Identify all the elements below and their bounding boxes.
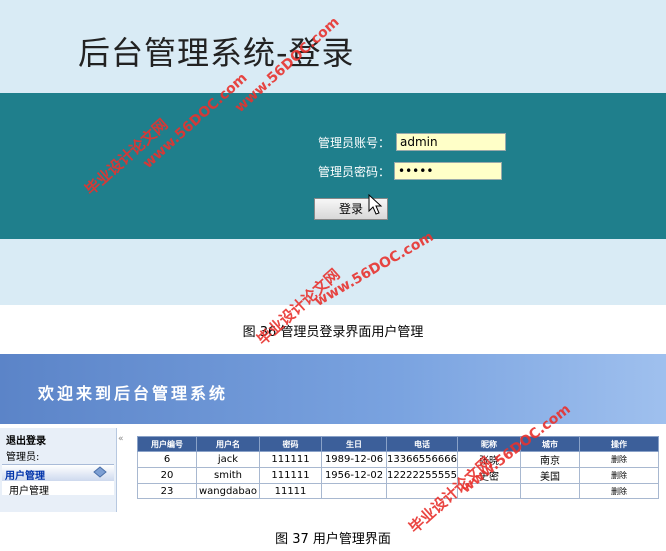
cell-username: wangdabao	[196, 483, 260, 499]
cell-phone: 12222255555	[386, 467, 458, 484]
table-row: 20 smith 111111 1956-12-02 12222255555 史…	[137, 467, 659, 484]
cell-birthday: 1956-12-02	[321, 467, 387, 484]
cell-password: 11111	[259, 483, 322, 499]
column-header: 操作	[579, 436, 659, 452]
column-header: 用户编号	[137, 436, 197, 452]
cell-user-id: 20	[137, 467, 197, 484]
mouse-cursor-icon	[368, 194, 383, 215]
table-row: 23 wangdabao 11111 删除	[137, 483, 659, 499]
account-label: 管理员账号：	[317, 136, 390, 150]
cell-username: jack	[196, 451, 260, 468]
password-label: 管理员密码：	[317, 165, 390, 179]
cell-user-id: 6	[137, 451, 197, 468]
collapse-icon[interactable]: «	[118, 434, 124, 444]
user-table: 用户编号 用户名 密码 生日 电话 昵称 城市 操作 6 jack 111111…	[137, 436, 659, 499]
cell-birthday: 1989-12-06	[321, 451, 387, 468]
cell-city	[520, 483, 580, 499]
admin-label: 管理员:	[6, 452, 40, 463]
column-header: 电话	[386, 436, 458, 452]
cell-user-id: 23	[137, 483, 197, 499]
cell-username: smith	[196, 467, 260, 484]
logout-link[interactable]: 退出登录	[6, 432, 46, 447]
user-management-screenshot: 欢迎来到后台管理系统 退出登录 管理员: 用户管理 用户管理 « 用户编号 用户…	[0, 354, 666, 512]
delete-link[interactable]: 删除	[579, 451, 659, 468]
table-header-row: 用户编号 用户名 密码 生日 电话 昵称 城市 操作	[137, 436, 659, 452]
column-header: 密码	[259, 436, 322, 452]
cell-city: 南京	[520, 451, 580, 468]
column-header: 用户名	[196, 436, 260, 452]
login-screenshot: 后台管理系统-登录 管理员账号： 管理员密码： ••••• 登录	[0, 0, 666, 305]
figure-caption: 图 36 管理员登录界面用户管理	[242, 325, 424, 340]
password-input[interactable]: •••••	[394, 162, 502, 180]
table-row: 6 jack 111111 1989-12-06 13366556666 张晓 …	[137, 451, 659, 468]
figure-caption: 图 37 用户管理界面	[275, 532, 391, 547]
cell-city: 美国	[520, 467, 580, 484]
cell-password: 111111	[259, 451, 322, 468]
account-input[interactable]	[396, 133, 506, 151]
delete-link[interactable]: 删除	[579, 467, 659, 484]
admin-welcome-title: 欢迎来到后台管理系统	[38, 384, 229, 403]
cell-phone: 13366556666	[386, 451, 458, 468]
expand-icon[interactable]	[92, 466, 108, 478]
column-header: 生日	[321, 436, 387, 452]
sidebar-section-label: 用户管理	[5, 471, 45, 482]
cell-birthday	[321, 483, 387, 499]
cell-password: 111111	[259, 467, 322, 484]
delete-link[interactable]: 删除	[579, 483, 659, 499]
sidebar-item-label: 用户管理	[9, 486, 49, 497]
